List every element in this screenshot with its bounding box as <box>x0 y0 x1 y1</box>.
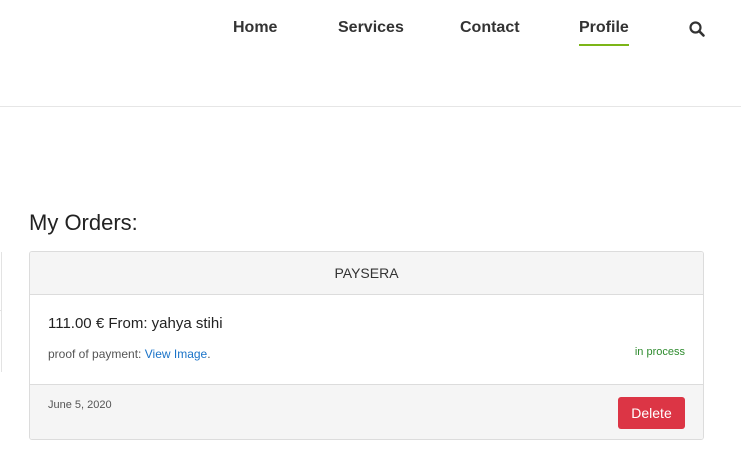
order-date: June 5, 2020 <box>48 399 112 411</box>
nav-services-link[interactable]: Services <box>338 19 404 44</box>
nav-contact-link[interactable]: Contact <box>460 19 520 44</box>
proof-label: proof of payment: <box>48 347 145 361</box>
order-amount: 111.00 € From: yahya stihi <box>48 315 223 332</box>
status-badge: in process <box>634 346 685 358</box>
nav-home-link[interactable]: Home <box>233 19 277 44</box>
view-image-link[interactable]: View Image <box>145 347 207 361</box>
sidebar-divider <box>0 310 2 311</box>
payment-method-header: PAYSERA <box>30 252 703 295</box>
proof-of-payment: proof of payment: View Image. <box>48 347 211 361</box>
delete-button[interactable]: Delete <box>618 397 685 429</box>
page-title: My Orders: <box>29 210 138 235</box>
search-icon[interactable] <box>688 20 706 38</box>
order-body: 111.00 € From: yahya stihi proof of paym… <box>30 295 703 384</box>
order-card: PAYSERA 111.00 € From: yahya stihi proof… <box>29 251 704 440</box>
top-navbar: Home Services Contact Profile <box>0 0 741 107</box>
sidebar-edge <box>0 252 2 372</box>
order-footer: June 5, 2020 Delete <box>30 384 703 439</box>
nav-profile-link[interactable]: Profile <box>579 19 629 46</box>
proof-suffix: . <box>207 347 211 361</box>
